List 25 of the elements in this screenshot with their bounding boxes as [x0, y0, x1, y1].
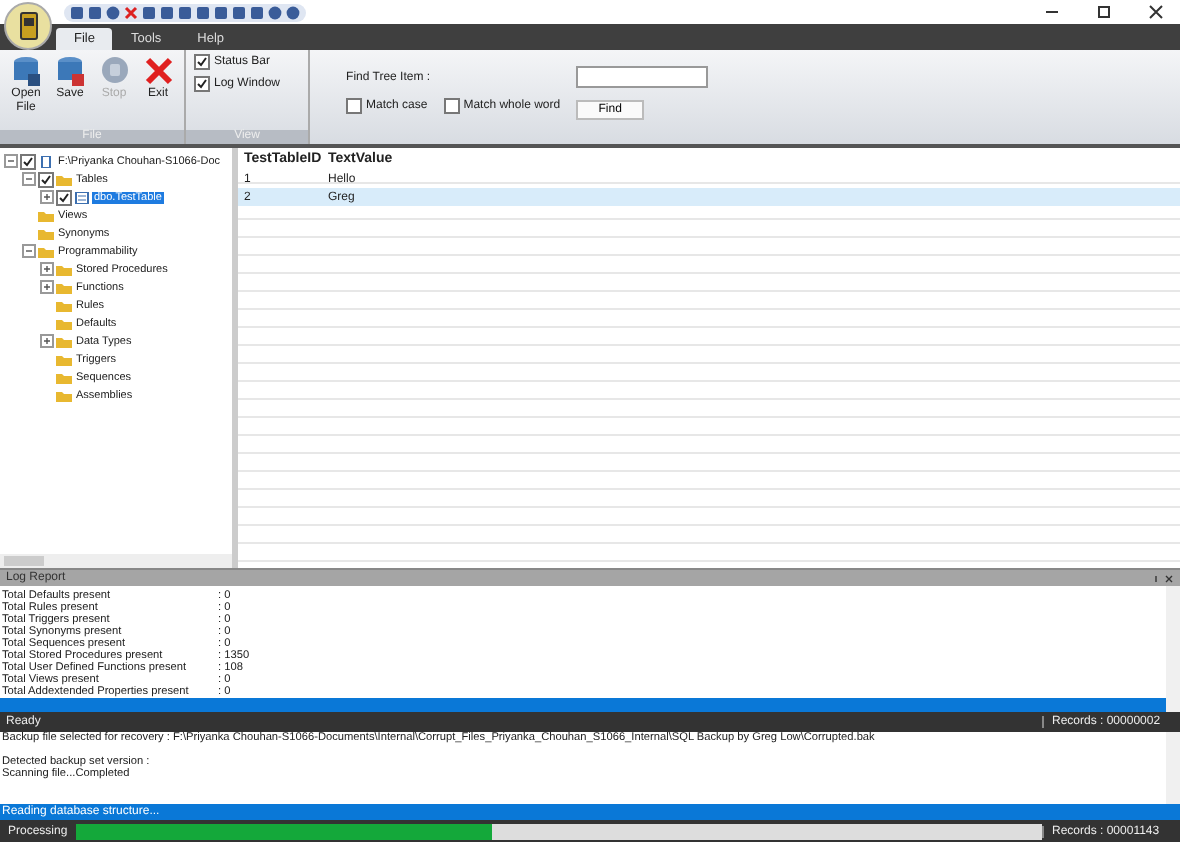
collapse-icon[interactable] — [22, 244, 36, 258]
checkbox[interactable] — [20, 153, 36, 169]
maximize-icon[interactable] — [1096, 4, 1112, 20]
find-input-field[interactable] — [576, 66, 709, 88]
expand-icon[interactable] — [40, 334, 54, 348]
checkbox[interactable] — [443, 98, 460, 114]
expand-icon[interactable] — [40, 262, 54, 276]
stop-icon — [99, 54, 129, 88]
expand-icon[interactable] — [40, 280, 54, 294]
checkbox[interactable] — [194, 54, 210, 70]
close-icon[interactable] — [1148, 4, 1164, 20]
open-icon — [11, 54, 41, 88]
checkbox[interactable] — [38, 171, 54, 187]
pin-close-icon[interactable] — [1154, 573, 1174, 583]
exit-icon — [143, 54, 173, 88]
folder-icon — [56, 173, 72, 185]
checkbox[interactable] — [56, 189, 72, 205]
checkbox[interactable] — [346, 98, 363, 114]
table-icon — [74, 191, 90, 203]
vertical-scrollbar[interactable] — [1166, 732, 1180, 804]
app-logo-icon[interactable] — [4, 2, 52, 50]
horizontal-scrollbar[interactable] — [0, 554, 232, 568]
checkbox[interactable] — [194, 76, 210, 92]
expand-icon[interactable] — [40, 190, 54, 204]
vertical-scrollbar[interactable] — [1166, 586, 1180, 712]
